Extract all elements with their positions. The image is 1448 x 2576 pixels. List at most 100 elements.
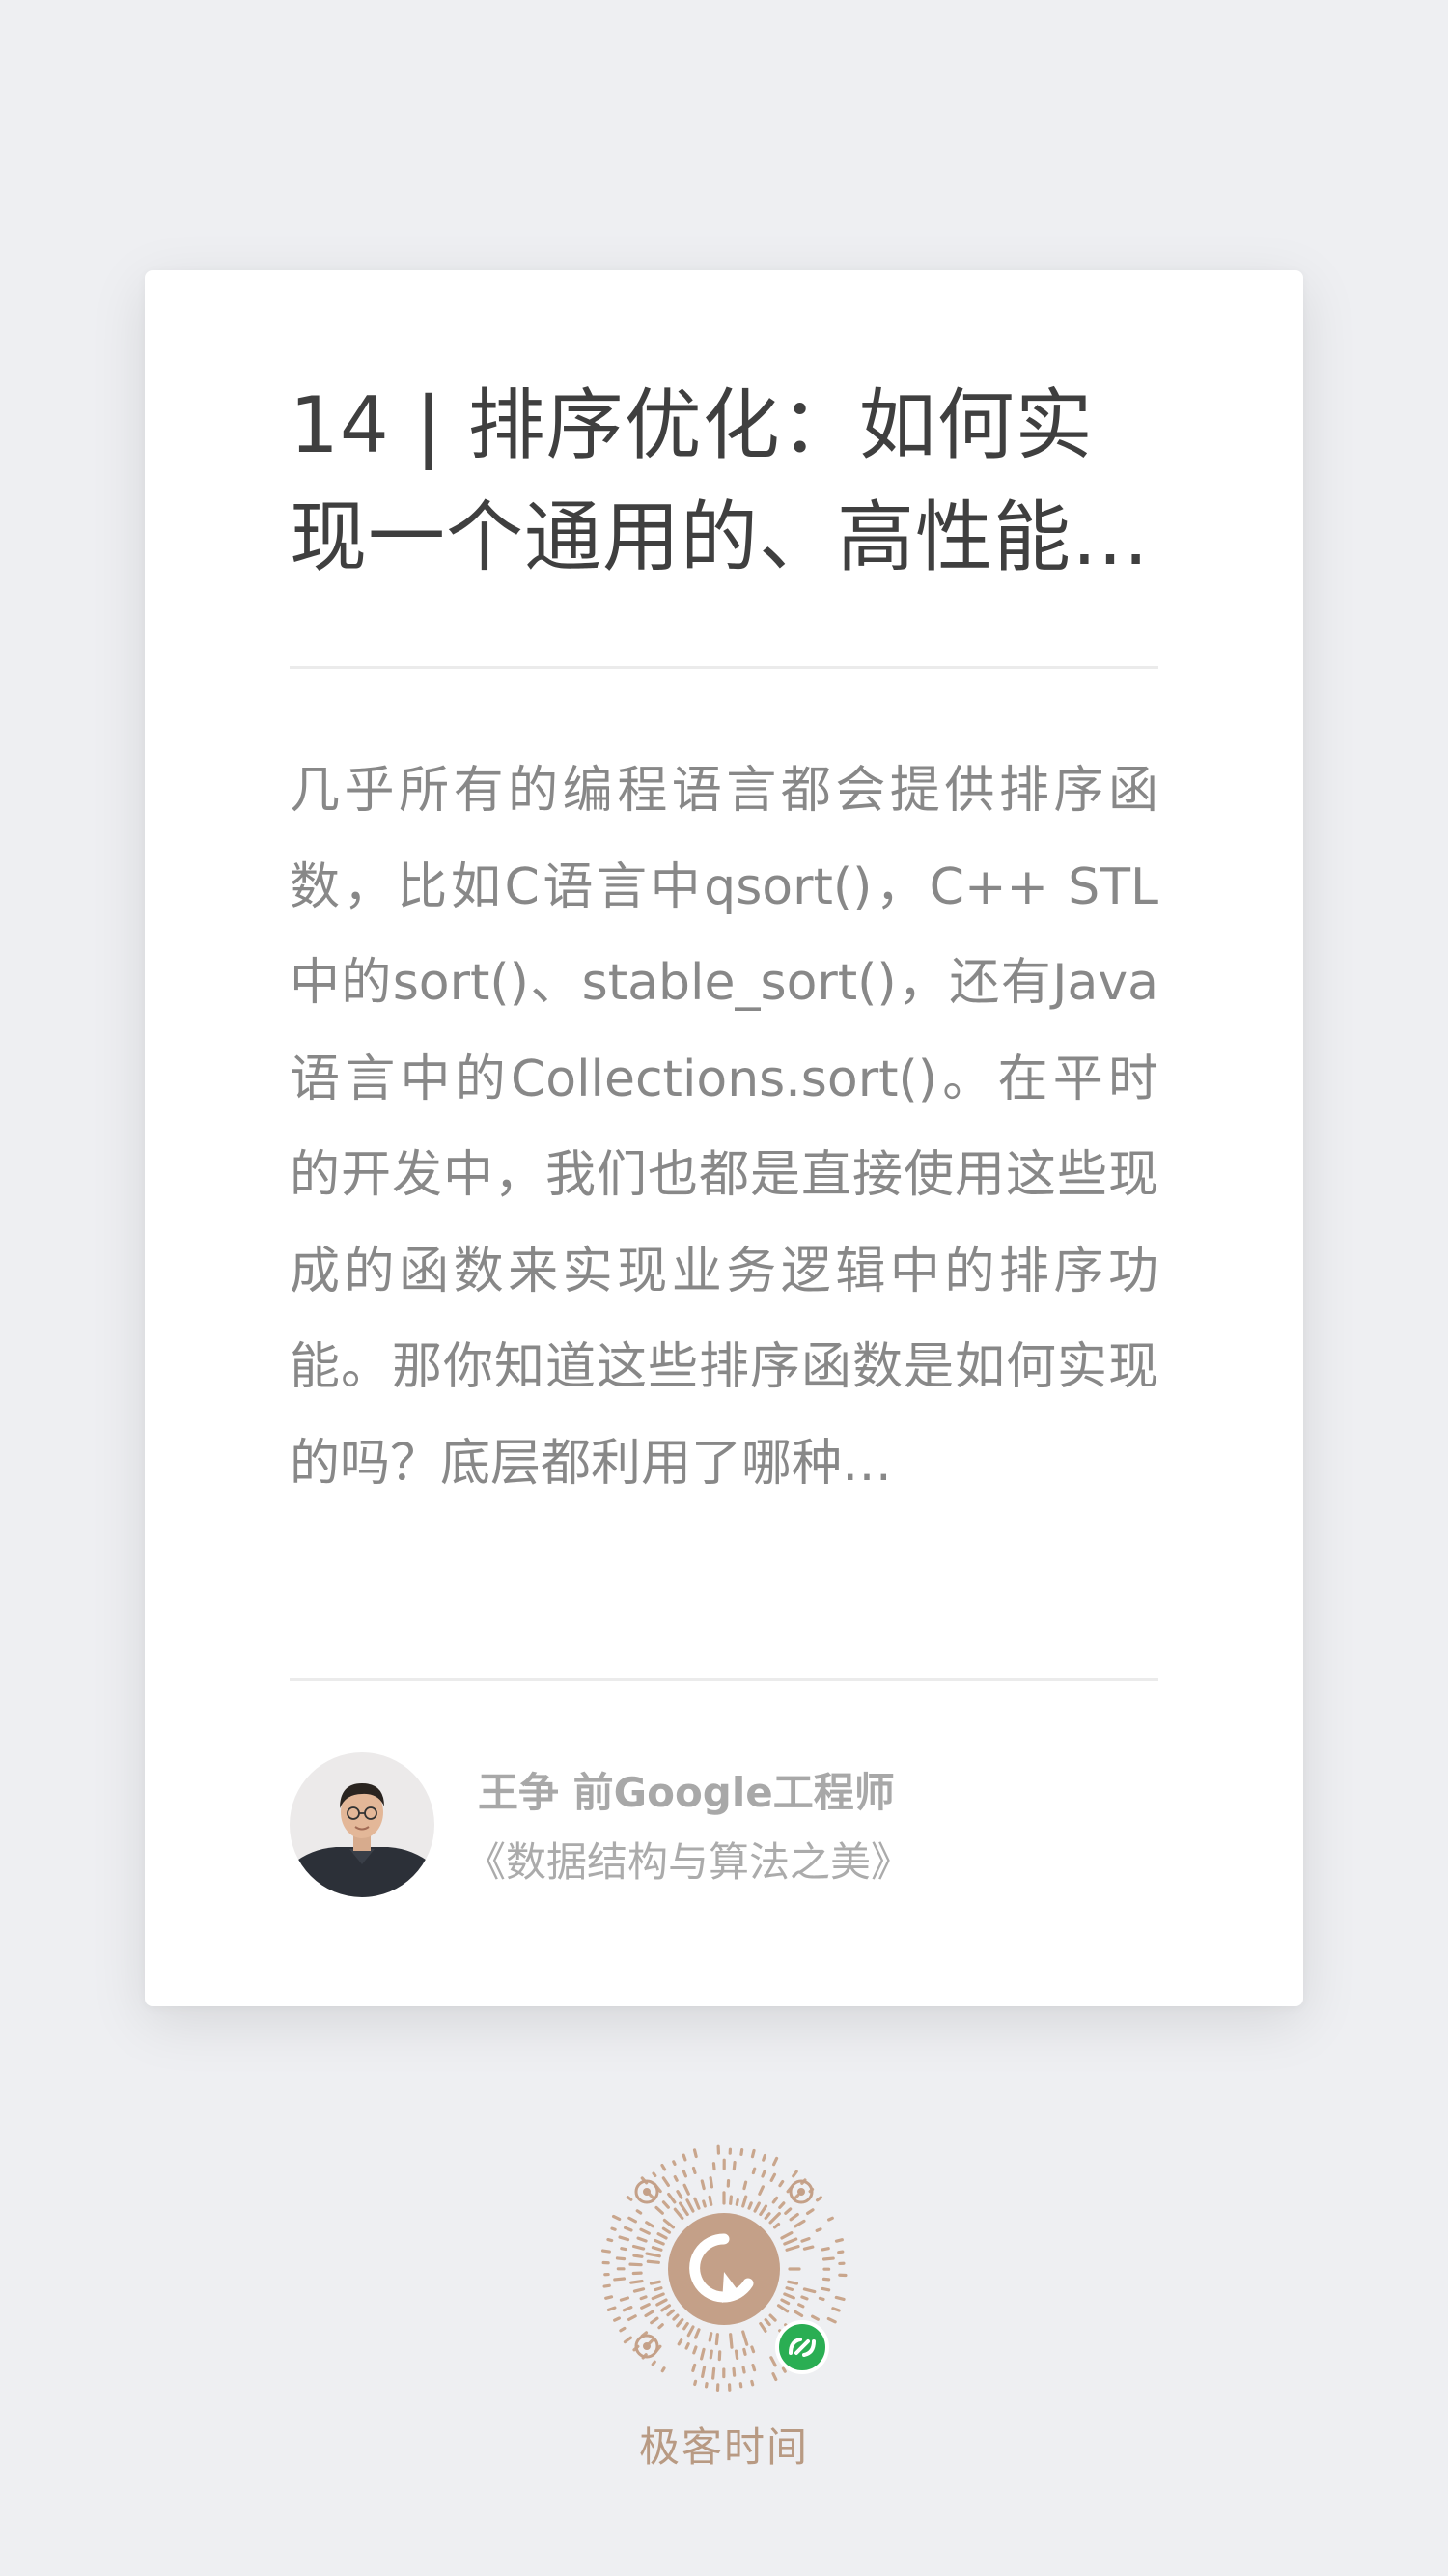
qr-ray [693, 2328, 701, 2339]
qr-ray [682, 2321, 689, 2331]
qr-ray [778, 2179, 785, 2188]
qr-ray [676, 2190, 683, 2199]
qr-ray [636, 2236, 648, 2243]
qr-ray [639, 2295, 648, 2301]
qr-ray [611, 2214, 622, 2221]
qr-ray [821, 2256, 835, 2261]
qr-ray [772, 2156, 779, 2167]
qr-ray [784, 2207, 793, 2215]
qr-ray [647, 2338, 654, 2345]
qr-ray [741, 2195, 748, 2208]
qr-ray [672, 2160, 677, 2166]
qr-ray [787, 2280, 799, 2285]
qr-ray [692, 2148, 698, 2159]
qr-ray [729, 2195, 733, 2205]
qr-ray [780, 2298, 791, 2306]
qr-ray [628, 2262, 643, 2267]
qr-ray [818, 2296, 825, 2302]
qr-ray [742, 2180, 748, 2191]
qr-ray [686, 2325, 695, 2338]
qr-ray [750, 2148, 756, 2159]
qr-ray [606, 2306, 617, 2312]
qr-ray [711, 2162, 716, 2171]
qr-ray [661, 2200, 670, 2209]
qr-ray [802, 2287, 817, 2294]
qr-ray [709, 2349, 713, 2360]
qr-ray [742, 2347, 747, 2356]
qr-ray [619, 2326, 627, 2333]
qr-ray [837, 2250, 845, 2254]
qr-ray [741, 2366, 746, 2374]
qr-ray [618, 2235, 630, 2242]
qr-ray [751, 2363, 757, 2372]
qr-ray [831, 2307, 841, 2312]
qr-ray [610, 2226, 617, 2231]
qr-ray [714, 2333, 719, 2346]
qr-ray [676, 2317, 684, 2328]
qr-ray [626, 2196, 633, 2201]
qr-ray [826, 2317, 837, 2324]
qr-ray [673, 2207, 684, 2221]
qr-ray [682, 2153, 687, 2162]
qr-ray [677, 2338, 683, 2346]
qr-ray [656, 2232, 668, 2240]
qr-ray [785, 2286, 794, 2291]
qr-ray [651, 2360, 656, 2366]
qr-ray [827, 2216, 834, 2222]
qr-ray [741, 2330, 749, 2346]
qr-ray [797, 2303, 805, 2309]
qr-ray [667, 2192, 677, 2204]
mini-program-qr-code[interactable] [594, 2139, 854, 2399]
qr-ray [751, 2167, 757, 2175]
qr-ray [700, 2179, 706, 2191]
article-summary: 几乎所有的编程语言都会提供排序函数，比如C语言中qsort()，C++ STL中… [290, 762, 1158, 1493]
qr-ray [623, 2226, 633, 2232]
title-divider [290, 666, 1158, 669]
qr-ray [701, 2366, 707, 2379]
qr-ray [691, 2363, 697, 2372]
qr-ray [732, 2366, 737, 2377]
qr-ray [750, 2345, 756, 2354]
qr-ray [776, 2304, 790, 2313]
qr-ray [805, 2208, 815, 2215]
qr-ray [657, 2323, 664, 2330]
qr-ray [632, 2254, 644, 2258]
qr-ray [684, 2342, 690, 2350]
qr-ray [739, 2147, 744, 2156]
qr-ray [789, 2212, 799, 2222]
qr-ray [604, 2295, 614, 2300]
qr-ray [620, 2247, 627, 2252]
qr-ray [768, 2313, 777, 2322]
qr-ray [764, 2317, 771, 2327]
qr-ray [702, 2199, 707, 2208]
author-name: 王争 前Google工程师 [478, 1769, 895, 1816]
qr-ray [811, 2314, 820, 2321]
qr-ray [759, 2321, 767, 2333]
qr-ray [645, 2221, 654, 2228]
qr-ray [615, 2256, 627, 2261]
qr-ray [613, 2277, 627, 2282]
qr-ray [652, 2171, 657, 2178]
qr-ray [623, 2336, 633, 2344]
qr-ray [758, 2185, 765, 2196]
qr-ray [802, 2245, 815, 2251]
qr-ray [682, 2183, 690, 2196]
qr-ray [693, 2379, 698, 2387]
qr-ray [778, 2201, 786, 2209]
qr-ray [781, 2366, 787, 2373]
article-share-card: 14 | 排序优化：如何实现一个通用的、高性能… 几乎所有的编程语言都会提供排序… [145, 270, 1303, 2006]
qr-ray [673, 2175, 679, 2182]
qr-ray [800, 2236, 811, 2243]
qr-ray [732, 2160, 737, 2171]
qr-ray [650, 2316, 659, 2325]
qr-ray [771, 2372, 778, 2382]
qr-ray [747, 2201, 753, 2210]
qr-ray [709, 2176, 714, 2189]
qr-ray [762, 2153, 767, 2162]
qr-ray [682, 2169, 687, 2178]
qr-ray [646, 2259, 660, 2264]
qr-ray [708, 2195, 713, 2206]
qr-ray [821, 2247, 830, 2252]
qr-ray [613, 2316, 621, 2322]
qr-ray [635, 2209, 643, 2215]
